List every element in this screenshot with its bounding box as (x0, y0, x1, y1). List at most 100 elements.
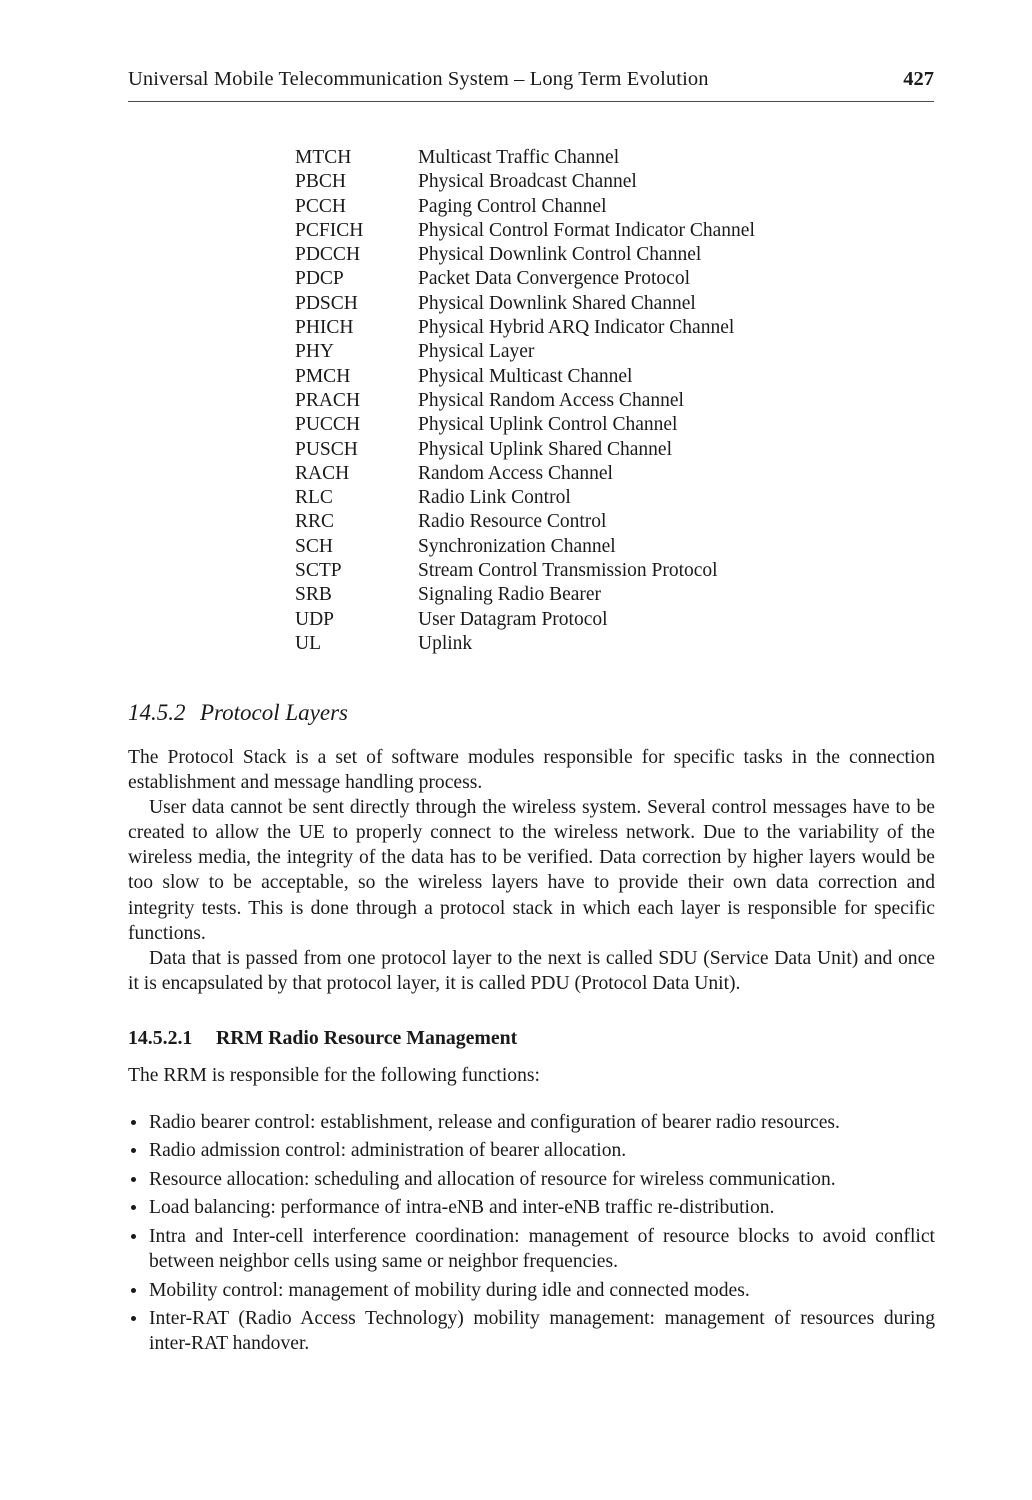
abbreviation-term: PRACH (295, 389, 361, 411)
abbreviation-term: PDCCH (295, 244, 361, 266)
page-number: 427 (903, 68, 934, 90)
abbreviation-row: PCFICH Physical Control Format Indicator… (295, 219, 935, 243)
abbreviation-term: PDSCH (295, 292, 358, 314)
abbreviation-term: PUCCH (295, 414, 361, 436)
abbreviation-row: PUCCH Physical Uplink Control Channel (295, 413, 935, 437)
list-item-text: Intra and Inter-cell interference coordi… (149, 1225, 935, 1273)
subsection-intro: The RRM is responsible for the following… (128, 1065, 540, 1086)
abbreviation-term: SRB (295, 584, 332, 606)
abbreviation-definition: Physical Downlink Control Channel (418, 244, 702, 266)
abbreviation-term: UDP (295, 608, 335, 630)
subsection-heading: 14.5.2.1 RRM Radio Resource Management (128, 1027, 517, 1050)
abbreviation-row: RLC Radio Link Control (295, 486, 935, 510)
subsection-title: RRM Radio Resource Management (216, 1027, 518, 1049)
paragraph: The Protocol Stack is a set of software … (128, 747, 935, 794)
section-number: 14.5.2 (128, 700, 186, 725)
abbreviation-row: RRC Radio Resource Control (295, 510, 935, 534)
list-item: Inter-RAT (Radio Access Technology) mobi… (128, 1306, 935, 1356)
bullet-icon (131, 1205, 136, 1211)
running-head-title: Universal Mobile Telecommunication Syste… (128, 68, 709, 90)
section-heading: 14.5.2 Protocol Layers (128, 700, 348, 726)
abbreviation-definition: Multicast Traffic Channel (418, 147, 620, 168)
rrm-functions-list: Radio bearer control: establishment, rel… (128, 1110, 935, 1356)
list-item: Load balancing: performance of intra-eNB… (128, 1195, 935, 1220)
list-item: Intra and Inter-cell interference coordi… (128, 1224, 935, 1274)
subsection-number: 14.5.2.1 (128, 1027, 193, 1049)
abbreviation-term: PBCH (295, 171, 346, 193)
abbreviation-row: SCTP Stream Control Transmission Protoco… (295, 559, 935, 583)
paragraph: User data cannot be sent directly throug… (128, 797, 935, 944)
paragraph: Data that is passed from one protocol la… (128, 947, 935, 994)
abbreviation-definition: Random Access Channel (418, 462, 613, 484)
abbreviation-definition: Packet Data Convergence Protocol (418, 268, 691, 290)
abbreviation-row: RACH Random Access Channel (295, 462, 935, 486)
list-item-text: Load balancing: performance of intra-eNB… (149, 1197, 775, 1219)
list-item: Radio admission control: administration … (128, 1138, 935, 1163)
abbreviation-row: PRACH Physical Random Access Channel (295, 389, 935, 413)
abbreviation-row: SRB Signaling Radio Bearer (295, 583, 935, 607)
bullet-icon (131, 1233, 136, 1239)
section-body: The Protocol Stack is a set of software … (128, 745, 935, 996)
list-item-text: Radio bearer control: establishment, rel… (149, 1112, 840, 1133)
running-head: Universal Mobile Telecommunication Syste… (128, 68, 934, 91)
abbreviation-definition: Stream Control Transmission Protocol (418, 560, 718, 582)
abbreviation-definition: Radio Resource Control (418, 511, 607, 533)
abbreviation-definition: User Datagram Protocol (418, 608, 608, 630)
abbreviation-term: PHY (295, 341, 335, 363)
abbreviation-row: PUSCH Physical Uplink Shared Channel (295, 438, 935, 462)
abbreviation-definition: Physical Uplink Control Channel (418, 414, 678, 436)
abbreviation-term: RRC (295, 511, 335, 533)
abbreviation-term: PMCH (295, 365, 351, 387)
abbreviation-term: PDCP (295, 268, 344, 290)
abbreviation-term: RLC (295, 487, 333, 509)
bullet-icon (131, 1176, 136, 1182)
abbreviation-definition: Physical Hybrid ARQ Indicator Channel (418, 317, 735, 339)
abbreviation-definition: Physical Downlink Shared Channel (418, 292, 696, 314)
abbreviation-term: MTCH (295, 147, 352, 168)
abbreviation-term: PCFICH (295, 219, 364, 241)
bullet-icon (131, 1316, 136, 1321)
abbreviation-row: PBCH Physical Broadcast Channel (295, 170, 935, 194)
abbreviation-definition: Synchronization Channel (418, 535, 616, 557)
list-item: Mobility control: management of mobility… (128, 1278, 935, 1303)
abbreviation-row: PDCP Packet Data Convergence Protocol (295, 267, 935, 291)
abbreviation-row: PHY Physical Layer (295, 340, 935, 364)
abbreviation-definition: Physical Layer (418, 341, 535, 363)
abbreviation-definition: Uplink (418, 632, 473, 654)
abbreviation-definition: Physical Uplink Shared Channel (418, 438, 673, 460)
list-item-text: Inter-RAT (Radio Access Technology) mobi… (149, 1308, 935, 1355)
abbreviation-term: UL (295, 632, 321, 654)
document-page: Universal Mobile Telecommunication Syste… (0, 0, 1032, 1500)
abbreviation-definition: Physical Multicast Channel (418, 365, 633, 387)
abbreviation-row: PDCCH Physical Downlink Control Channel (295, 243, 935, 267)
abbreviation-row: PCCH Paging Control Channel (295, 195, 935, 219)
abbreviation-term: RACH (295, 462, 350, 484)
list-item: Resource allocation: scheduling and allo… (128, 1167, 935, 1192)
abbreviation-definition: Paging Control Channel (418, 195, 607, 217)
abbreviation-row: SCH Synchronization Channel (295, 535, 935, 559)
abbreviation-row: UL Uplink (295, 632, 935, 656)
abbreviation-row: UDP User Datagram Protocol (295, 608, 935, 632)
bullet-icon (131, 1287, 136, 1293)
abbreviation-definition: Physical Broadcast Channel (418, 171, 637, 193)
list-item-text: Resource allocation: scheduling and allo… (149, 1168, 836, 1190)
section-title: Protocol Layers (200, 700, 348, 725)
abbreviation-definition: Physical Random Access Channel (418, 389, 684, 411)
bullet-icon (131, 1148, 136, 1154)
abbreviation-row: PHICH Physical Hybrid ARQ Indicator Chan… (295, 316, 935, 340)
abbreviation-definition: Radio Link Control (418, 487, 571, 509)
abbreviation-term: SCTP (295, 560, 342, 582)
abbreviation-definition: Physical Control Format Indicator Channe… (418, 219, 755, 241)
list-item-text: Radio admission control: administration … (149, 1140, 627, 1162)
bullet-icon (131, 1120, 136, 1125)
abbreviation-list: MTCH Multicast Traffic Channel PBCH Phys… (295, 146, 935, 656)
header-rule (128, 101, 934, 102)
abbreviation-row: MTCH Multicast Traffic Channel (295, 146, 935, 170)
abbreviation-term: PUSCH (295, 438, 358, 460)
abbreviation-row: PDSCH Physical Downlink Shared Channel (295, 292, 935, 316)
abbreviation-term: PCCH (295, 195, 346, 217)
abbreviation-term: PHICH (295, 317, 354, 339)
list-item-text: Mobility control: management of mobility… (149, 1279, 750, 1301)
abbreviation-row: PMCH Physical Multicast Channel (295, 365, 935, 389)
list-item: Radio bearer control: establishment, rel… (128, 1110, 935, 1135)
